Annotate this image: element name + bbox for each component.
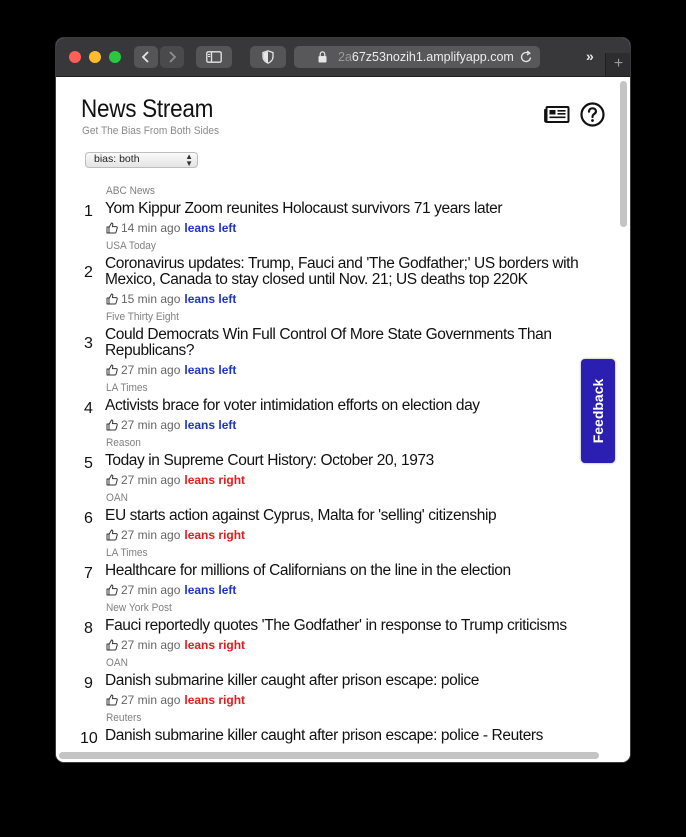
feedback-tab[interactable]: Feedback <box>581 359 615 463</box>
newspaper-icon[interactable] <box>544 105 570 125</box>
lock-icon <box>318 51 327 63</box>
news-source: OAN <box>106 492 128 504</box>
news-meta: 27 min ago leans left <box>106 363 236 377</box>
news-time-ago: 27 min ago <box>121 473 181 487</box>
news-rank: 8 <box>84 620 93 637</box>
reload-icon[interactable] <box>520 50 533 64</box>
url-host: 67z53nozih1.amplifyapp.com <box>351 50 514 64</box>
news-source: OAN <box>106 657 128 669</box>
news-headline-link[interactable]: Coronavirus updates: Trump, Fauci and 'T… <box>105 256 605 288</box>
news-time-ago: 27 min ago <box>121 363 181 377</box>
address-bar[interactable]: 2a67z53nozih1.amplifyapp.com <box>294 46 540 68</box>
shield-icon <box>262 50 274 64</box>
minimize-window-button[interactable] <box>89 51 101 63</box>
news-source: New York Post <box>106 602 172 614</box>
news-rank: 3 <box>84 335 93 352</box>
news-rank: 10 <box>80 730 98 747</box>
news-time-ago: 27 min ago <box>121 528 181 542</box>
news-source: LA Times <box>106 547 148 559</box>
chevron-right-icon <box>169 51 177 63</box>
news-bias-label: leans left <box>184 583 237 597</box>
news-bias-label: leans right <box>184 528 246 542</box>
sidebar-toggle-button[interactable] <box>196 46 232 68</box>
news-bias-label: leans left <box>184 418 237 432</box>
thumbs-up-icon[interactable] <box>106 293 118 305</box>
thumbs-up-icon[interactable] <box>106 584 118 596</box>
thumbs-up-icon[interactable] <box>106 529 118 541</box>
help-icon[interactable] <box>580 102 605 127</box>
back-button[interactable] <box>134 46 158 68</box>
news-meta: 27 min ago leans right <box>106 528 245 542</box>
news-meta: 14 min ago leans left <box>106 221 236 235</box>
news-meta: 27 min ago leans left <box>106 418 236 432</box>
news-headline-link[interactable]: Healthcare for millions of Californians … <box>105 563 605 579</box>
chevron-left-icon <box>141 51 149 63</box>
news-headline-link[interactable]: Today in Supreme Court History: October … <box>105 453 605 469</box>
news-rank: 4 <box>84 400 93 417</box>
news-source: Five Thirty Eight <box>106 311 179 323</box>
browser-toolbar: 2a67z53nozih1.amplifyapp.com » + <box>56 38 630 77</box>
news-bias-label: leans right <box>184 473 246 487</box>
news-bias-label: leans left <box>184 363 237 377</box>
thumbs-up-icon[interactable] <box>106 694 118 706</box>
feedback-label: Feedback <box>590 378 606 444</box>
news-headline-link[interactable]: Fauci reportedly quotes 'The Godfather' … <box>105 618 605 634</box>
thumbs-up-icon[interactable] <box>106 364 118 376</box>
sidebar-icon <box>206 51 222 63</box>
thumbs-up-icon[interactable] <box>106 419 118 431</box>
news-bias-label: leans left <box>184 292 237 306</box>
bias-filter-select[interactable]: bias: both ▲ ▼ <box>85 152 198 168</box>
news-rank: 7 <box>84 565 93 582</box>
forward-button[interactable] <box>160 46 184 68</box>
news-rank: 6 <box>84 510 93 527</box>
toolbar-overflow-icon[interactable]: » <box>586 48 594 64</box>
news-bias-label: leans right <box>184 693 246 707</box>
page-subtitle: Get The Bias From Both Sides <box>82 125 220 137</box>
thumbs-up-icon[interactable] <box>106 222 118 234</box>
news-headline-link[interactable]: Yom Kippur Zoom reunites Holocaust survi… <box>105 201 605 217</box>
thumbs-up-icon[interactable] <box>106 639 118 651</box>
news-rank: 9 <box>84 675 93 692</box>
page-content: News Stream Get The Bias From Both Sides… <box>56 77 630 762</box>
news-meta: 27 min ago leans right <box>106 638 245 652</box>
news-source: ABC News <box>106 185 155 197</box>
news-headline-link[interactable]: Danish submarine killer caught after pri… <box>105 728 605 744</box>
url-text: 2a67z53nozih1.amplifyapp.com <box>338 50 514 64</box>
privacy-report-button[interactable] <box>250 46 286 68</box>
news-time-ago: 14 min ago <box>121 221 181 235</box>
new-tab-button[interactable]: + <box>605 53 630 76</box>
close-window-button[interactable] <box>69 51 81 63</box>
news-rank: 5 <box>84 455 93 472</box>
zoom-window-button[interactable] <box>109 51 121 63</box>
news-source: Reason <box>106 437 141 449</box>
page-title: News Stream <box>81 95 214 123</box>
news-headline-link[interactable]: Danish submarine killer caught after pri… <box>105 673 605 689</box>
news-source: Reuters <box>106 712 142 724</box>
news-headline-link[interactable]: Could Democrats Win Full Control Of More… <box>105 327 605 359</box>
news-meta: 27 min ago leans left <box>106 583 236 597</box>
news-meta: 15 min ago leans left <box>106 292 236 306</box>
browser-window: 2a67z53nozih1.amplifyapp.com » + News St… <box>56 38 630 762</box>
vertical-scrollbar[interactable] <box>620 81 627 227</box>
news-time-ago: 27 min ago <box>121 583 181 597</box>
news-meta: 27 min ago leans right <box>106 693 245 707</box>
news-meta: 27 min ago leans right <box>106 473 245 487</box>
url-prefix: 2a <box>338 50 352 64</box>
horizontal-scrollbar[interactable] <box>59 752 599 759</box>
news-headline-link[interactable]: Activists brace for voter intimidation e… <box>105 398 605 414</box>
bias-filter-value: bias: both <box>94 153 140 165</box>
news-rank: 1 <box>84 203 93 220</box>
news-time-ago: 27 min ago <box>121 418 181 432</box>
thumbs-up-icon[interactable] <box>106 474 118 486</box>
news-time-ago: 27 min ago <box>121 693 181 707</box>
news-headline-link[interactable]: EU starts action against Cyprus, Malta f… <box>105 508 605 524</box>
news-bias-label: leans left <box>184 221 237 235</box>
news-rank: 2 <box>84 264 93 281</box>
news-source: LA Times <box>106 382 148 394</box>
select-arrows-icon: ▲ ▼ <box>185 152 193 168</box>
news-bias-label: leans right <box>184 638 246 652</box>
news-time-ago: 27 min ago <box>121 638 181 652</box>
news-time-ago: 15 min ago <box>121 292 181 306</box>
news-source: USA Today <box>106 240 156 252</box>
